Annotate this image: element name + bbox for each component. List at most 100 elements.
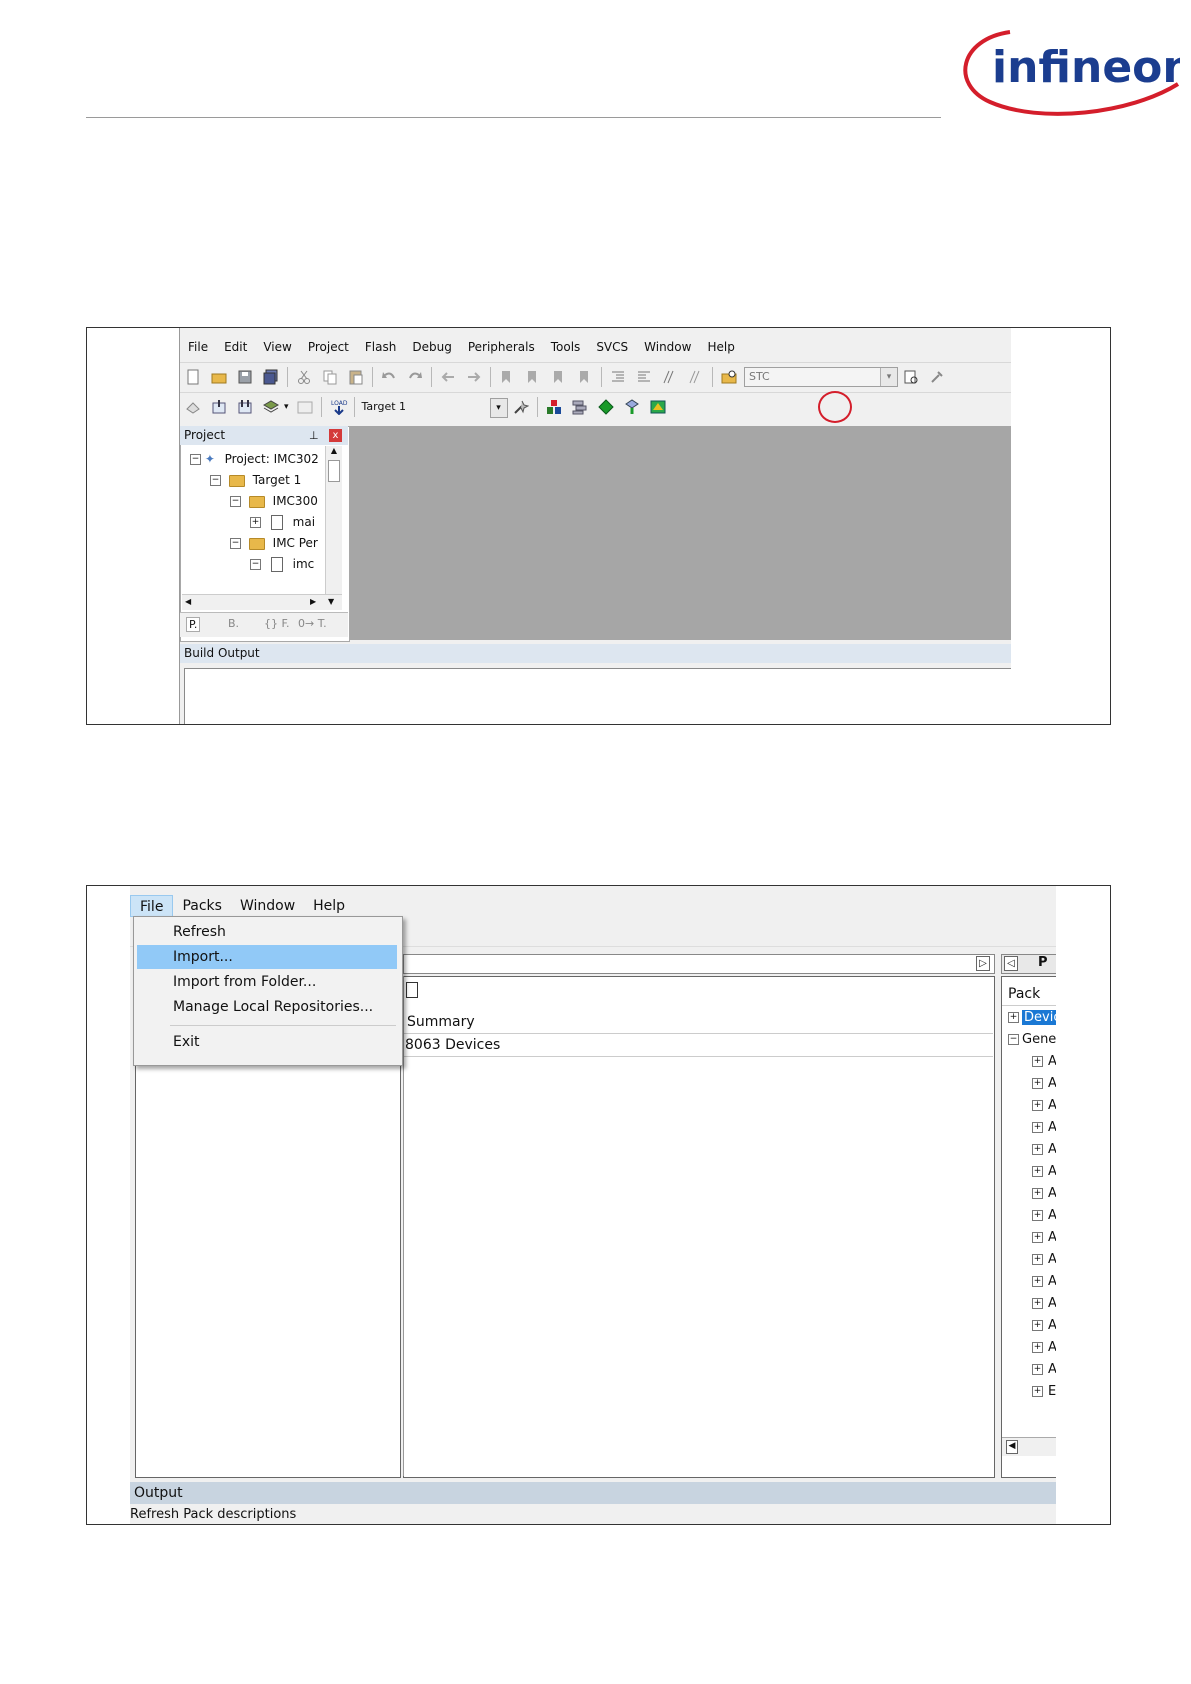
indent-icon[interactable] <box>610 369 626 385</box>
scroll-left-icon[interactable]: ◀ <box>1006 1440 1018 1454</box>
pack-tree-row[interactable]: +A <box>1032 1095 1056 1117</box>
cut-icon[interactable] <box>296 369 312 385</box>
bookmark-clear-icon[interactable] <box>577 369 593 385</box>
pack-tree-row[interactable]: +A <box>1032 1227 1056 1249</box>
menu-file[interactable]: File <box>180 337 216 357</box>
pack-column-header[interactable]: Pack <box>1002 983 1056 1006</box>
expand-icon[interactable]: + <box>1032 1078 1043 1089</box>
collapse-icon[interactable]: − <box>230 538 241 549</box>
expand-icon[interactable]: + <box>1008 1012 1019 1023</box>
tree-node-file[interactable]: + mai <box>250 512 315 532</box>
pane-divider[interactable] <box>403 976 404 1476</box>
menu-item-import[interactable]: Import... <box>137 945 397 969</box>
pack-tree-row[interactable]: +A <box>1032 1051 1056 1073</box>
undo-icon[interactable] <box>381 369 397 385</box>
target-select[interactable]: Target 1 ▾ <box>358 398 508 418</box>
collapse-icon[interactable]: − <box>1008 1034 1019 1045</box>
build-output-pane[interactable] <box>184 668 1011 724</box>
tree-node-group[interactable]: − IMC Per <box>230 533 318 553</box>
menu-help[interactable]: Help <box>304 895 354 917</box>
find-in-files-icon[interactable] <box>721 369 737 385</box>
devices-pane[interactable] <box>135 1006 401 1478</box>
incremental-find-icon[interactable] <box>903 369 919 385</box>
file-extensions-icon[interactable] <box>546 399 562 415</box>
pack-tree-row[interactable]: +A <box>1032 1183 1056 1205</box>
table-row[interactable]: 8063 Devices <box>403 1034 993 1057</box>
chevron-down-icon[interactable]: ▾ <box>489 398 508 418</box>
uncomment-icon[interactable] <box>688 369 704 385</box>
open-folder-icon[interactable] <box>211 369 227 385</box>
copy-icon[interactable] <box>322 369 338 385</box>
menu-edit[interactable]: Edit <box>216 337 255 357</box>
build-icon[interactable] <box>211 399 227 415</box>
unindent-icon[interactable] <box>636 369 652 385</box>
pack-tree-row[interactable]: +Devic <box>1008 1007 1056 1029</box>
menu-flash[interactable]: Flash <box>357 337 404 357</box>
tree-vertical-scrollbar[interactable]: ▲ <box>325 446 342 596</box>
expand-icon[interactable]: + <box>1032 1188 1043 1199</box>
pack-installer-icon[interactable] <box>650 399 666 415</box>
tab-project[interactable]: P. <box>186 617 201 632</box>
pack-tree-row[interactable]: +A <box>1032 1337 1056 1359</box>
stop-build-icon[interactable] <box>297 399 313 415</box>
packs-horizontal-scrollbar[interactable]: ◀ <box>1002 1437 1056 1456</box>
expand-icon[interactable]: + <box>1032 1100 1043 1111</box>
tab-scroll-left-icon[interactable]: ◁ <box>1004 956 1018 971</box>
pack-tree-row[interactable]: +A <box>1032 1271 1056 1293</box>
menu-window[interactable]: Window <box>636 337 699 357</box>
editor-area[interactable] <box>350 426 1011 640</box>
pack-tree-row[interactable]: +A <box>1032 1161 1056 1183</box>
tree-node-file[interactable]: − imc <box>250 554 314 574</box>
menu-project[interactable]: Project <box>300 337 357 357</box>
save-all-icon[interactable] <box>263 369 279 385</box>
expand-icon[interactable]: + <box>1032 1386 1043 1397</box>
expand-icon[interactable]: + <box>1032 1342 1043 1353</box>
close-panel-icon[interactable]: x <box>329 429 342 442</box>
rebuild-icon[interactable] <box>237 399 253 415</box>
chevron-down-icon[interactable]: ▾ <box>880 368 897 386</box>
menu-item-import-from-folder[interactable]: Import from Folder... <box>137 970 397 994</box>
pack-tree-row[interactable]: +A <box>1032 1315 1056 1337</box>
new-file-icon[interactable] <box>185 369 201 385</box>
expand-icon[interactable]: + <box>1032 1276 1043 1287</box>
menu-item-refresh[interactable]: Refresh <box>137 920 397 944</box>
tab-packs[interactable]: P <box>1038 955 1048 970</box>
paste-icon[interactable] <box>348 369 364 385</box>
bookmark-prev-icon[interactable] <box>525 369 541 385</box>
bookmark-icon[interactable] <box>499 369 515 385</box>
menu-debug[interactable]: Debug <box>404 337 459 357</box>
menu-packs[interactable]: Packs <box>173 895 231 917</box>
save-icon[interactable] <box>237 369 253 385</box>
collapse-icon[interactable]: − <box>210 475 221 486</box>
expand-icon[interactable]: + <box>1032 1254 1043 1265</box>
tree-node-project[interactable]: − ✦ Project: IMC302 <box>190 449 319 469</box>
pin-icon[interactable]: ⊥ <box>309 426 319 445</box>
tab-functions[interactable]: {} F. <box>264 617 290 630</box>
scroll-up-icon[interactable]: ▲ <box>326 446 342 460</box>
expand-icon[interactable]: + <box>1032 1364 1043 1375</box>
pack-tree-row[interactable]: +A <box>1032 1205 1056 1227</box>
batch-build-icon[interactable] <box>262 399 280 415</box>
expand-icon[interactable]: + <box>1032 1144 1043 1155</box>
find-combo[interactable]: STC ▾ <box>744 367 898 387</box>
nav-back-icon[interactable] <box>440 369 456 385</box>
menu-file[interactable]: File <box>130 895 174 917</box>
menu-svcs[interactable]: SVCS <box>588 337 636 357</box>
pack-tree-row[interactable]: +A <box>1032 1359 1056 1381</box>
menu-help[interactable]: Help <box>699 337 742 357</box>
menu-window[interactable]: Window <box>231 895 304 917</box>
run-time-environment-icon[interactable] <box>597 399 614 415</box>
redo-icon[interactable] <box>407 369 423 385</box>
expand-icon[interactable]: + <box>250 517 261 528</box>
expand-icon[interactable]: + <box>1032 1056 1043 1067</box>
tab-scroll-right-icon[interactable]: ▷ <box>976 956 990 971</box>
pack-tree-row[interactable]: +A <box>1032 1293 1056 1315</box>
translate-icon[interactable] <box>185 399 201 415</box>
tree-horizontal-scrollbar[interactable]: ◀ ▶ ▼ <box>182 594 342 610</box>
pack-tree-row[interactable]: − Gene <box>1008 1029 1056 1051</box>
tab-books[interactable]: B. <box>228 617 239 630</box>
expand-icon[interactable]: + <box>1032 1232 1043 1243</box>
tree-node-target[interactable]: − Target 1 <box>210 470 301 490</box>
tree-node-group[interactable]: − IMC300 <box>230 491 318 511</box>
collapse-icon[interactable]: − <box>230 496 241 507</box>
